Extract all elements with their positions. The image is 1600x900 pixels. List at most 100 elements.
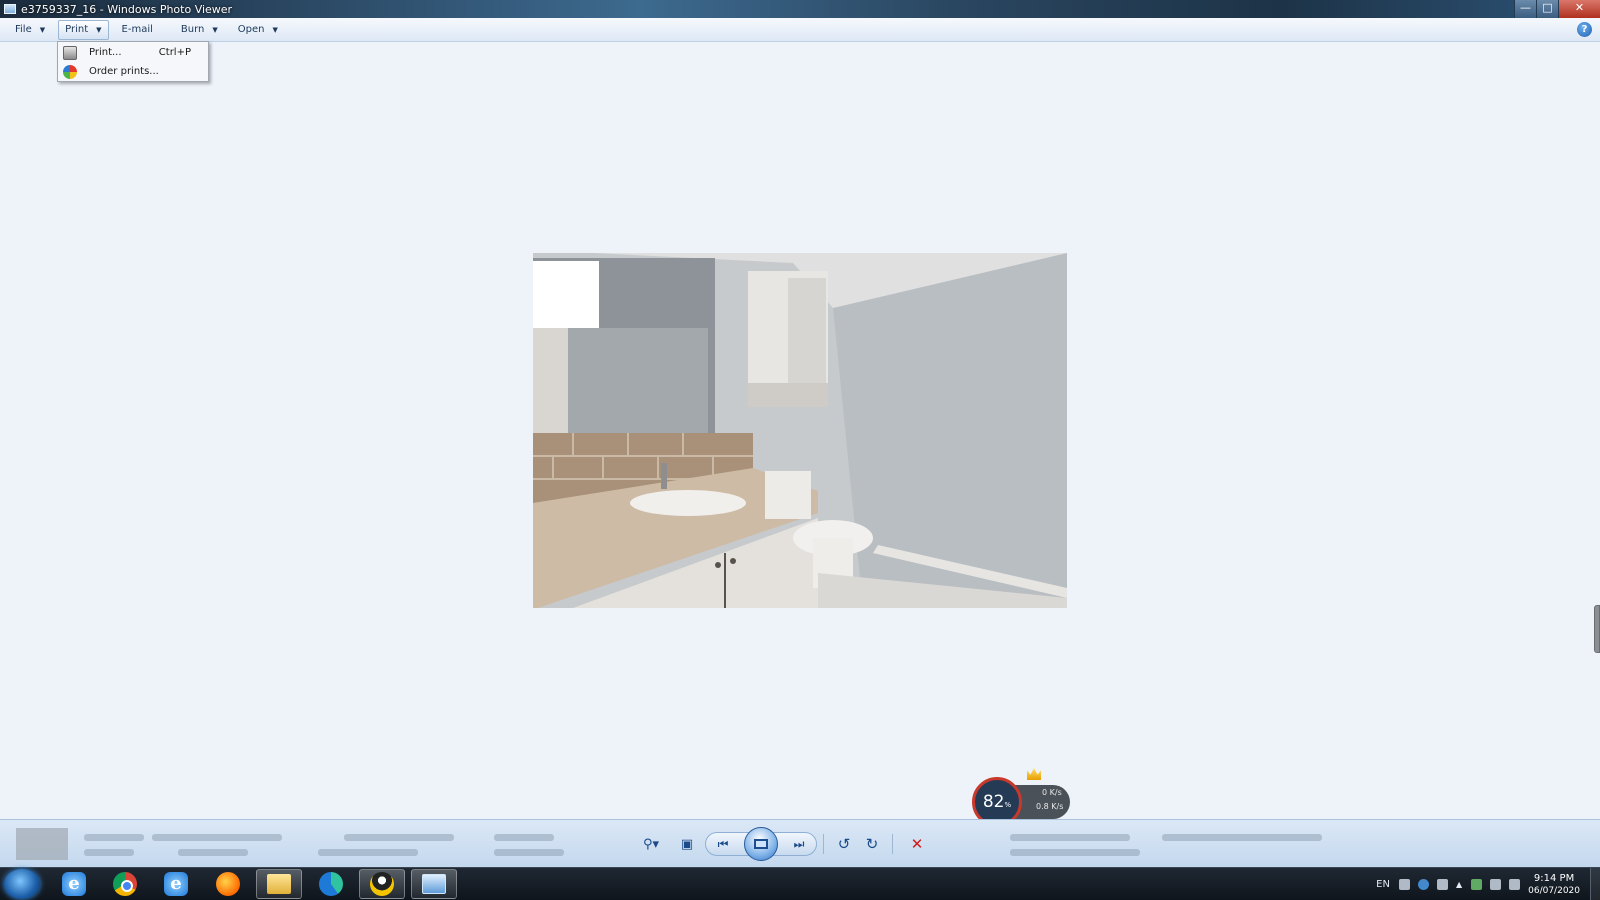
blurred-info [1162,834,1322,841]
file-explorer-icon [267,874,291,894]
menu-bar: File ▼ Print ▼ E-mail Burn ▼ Open ▼ ? [0,18,1600,42]
blurred-info [178,849,248,856]
chevron-down-icon: ▼ [212,25,218,34]
menu-file-label: File [15,24,32,35]
delete-button[interactable]: ✕ [899,832,935,856]
chrome-icon [113,872,137,896]
zoom-icon: ⚲▾ [642,836,660,852]
bathroom-photo [533,253,1067,608]
window-controls: — □ ✕ [1514,0,1600,18]
print-dropdown-menu: Print... Ctrl+P Order prints... [57,41,209,82]
taskbar: e e EN ▲ 9:14 PM 06/07/2020 [0,867,1600,900]
taskbar-firefox[interactable] [205,869,251,899]
menu-email-label: E-mail [121,24,153,35]
minimize-button[interactable]: — [1514,0,1536,18]
rotate-clockwise-icon: ↻ [865,835,879,853]
action-center-icon[interactable] [1509,879,1521,890]
chevron-down-icon: ▼ [96,25,102,34]
blurred-info [84,849,134,856]
next-button[interactable]: ⏭ [782,832,816,856]
delete-icon: ✕ [910,835,924,853]
help-icon[interactable]: ? [1577,22,1592,37]
blurred-info [1010,834,1130,841]
taskbar-chrome[interactable] [102,869,148,899]
clock[interactable]: 9:14 PM 06/07/2020 [1528,872,1580,898]
globe-icon [63,64,77,79]
security-tray-icon[interactable] [1471,879,1483,890]
chevron-down-icon: ▼ [39,25,46,34]
order-prints-menu-item[interactable]: Order prints... [59,62,207,81]
blurred-info [344,834,454,841]
blurred-info [494,849,564,856]
firefox-icon [216,872,240,896]
photo-viewer-icon [4,4,16,14]
taskbar-photo-viewer[interactable] [411,869,457,899]
menu-print-label: Print [65,24,89,35]
photo-viewer-icon [422,874,446,894]
show-desktop-button[interactable] [1590,868,1600,900]
internet-explorer-icon: e [164,872,188,896]
slideshow-button[interactable] [744,827,778,861]
usage-percent-unit: % [1004,801,1012,809]
thumbnail-preview [16,828,68,860]
blurred-info [494,834,554,841]
blurred-info [1010,849,1140,856]
start-button[interactable] [4,869,40,899]
taskbar-file-explorer[interactable] [256,869,302,899]
menu-print[interactable]: Print ▼ [58,19,109,40]
network-tray-icon[interactable] [1436,879,1448,890]
blurred-info [152,834,282,841]
chevron-down-icon: ▼ [272,25,278,34]
language-indicator[interactable]: EN [1376,879,1390,890]
taskbar-internet-explorer[interactable]: e [51,869,97,899]
blurred-info [318,849,418,856]
clock-date: 06/07/2020 [1528,885,1580,896]
side-panel-handle[interactable] [1594,605,1600,653]
print-shortcut: Ctrl+P [158,47,191,58]
next-icon: ⏭ [793,836,805,851]
photo-image [533,253,1067,608]
previous-icon: ⏮ [717,836,729,851]
order-prints-label: Order prints... [89,66,159,77]
edge-icon [319,872,343,896]
navigation-group: ⏮ ⏭ [705,827,817,861]
show-hidden-icons-icon[interactable]: ▲ [1456,880,1462,889]
title-bar: e3759337_16 - Windows Photo Viewer — □ ✕ [0,0,1600,18]
taskbar-edge[interactable] [308,869,354,899]
keyboard-icon[interactable] [1398,879,1410,890]
clock-time: 9:14 PM [1533,872,1575,884]
slideshow-icon [754,839,768,849]
maximize-button[interactable]: □ [1536,0,1558,18]
download-speed: 0.8 K/s [1036,802,1064,811]
separator [823,834,824,854]
menu-file[interactable]: File ▼ [8,20,52,40]
separator [892,834,893,854]
system-tray: EN ▲ 9:14 PM 06/07/2020 [1376,868,1600,900]
taskbar-qq[interactable] [359,869,405,899]
close-button[interactable]: ✕ [1558,0,1600,18]
internet-explorer-icon: e [62,872,86,896]
zoom-button[interactable]: ⚲▾ [633,832,669,856]
menu-open[interactable]: Open ▼ [231,20,285,40]
actual-size-icon: ▣ [680,836,694,852]
crown-icon [1027,768,1041,780]
qq-icon [370,872,394,896]
rotate-counterclockwise-icon: ↺ [837,835,851,853]
viewer-controls: ⚲▾ ▣ ⏮ ⏭ ↺ ↻ ✕ [633,827,967,861]
menu-email[interactable]: E-mail [115,20,160,40]
blurred-info [84,834,144,841]
help-tray-icon[interactable] [1417,879,1429,890]
previous-button[interactable]: ⏮ [706,832,740,856]
actual-size-button[interactable]: ▣ [669,832,705,856]
print-menu-item[interactable]: Print... Ctrl+P [59,43,207,62]
rotate-counterclockwise-button[interactable]: ↺ [830,832,858,856]
volume-icon[interactable] [1490,879,1502,890]
upload-speed: 0 K/s [1042,788,1062,797]
printer-icon [63,45,77,60]
info-controls-bar: ⚲▾ ▣ ⏮ ⏭ ↺ ↻ ✕ [0,819,1600,867]
rotate-clockwise-button[interactable]: ↻ [858,832,886,856]
menu-burn[interactable]: Burn ▼ [174,20,225,40]
menu-open-label: Open [237,24,265,35]
print-menu-label: Print... [89,47,122,58]
taskbar-internet-explorer-2[interactable]: e [153,869,199,899]
